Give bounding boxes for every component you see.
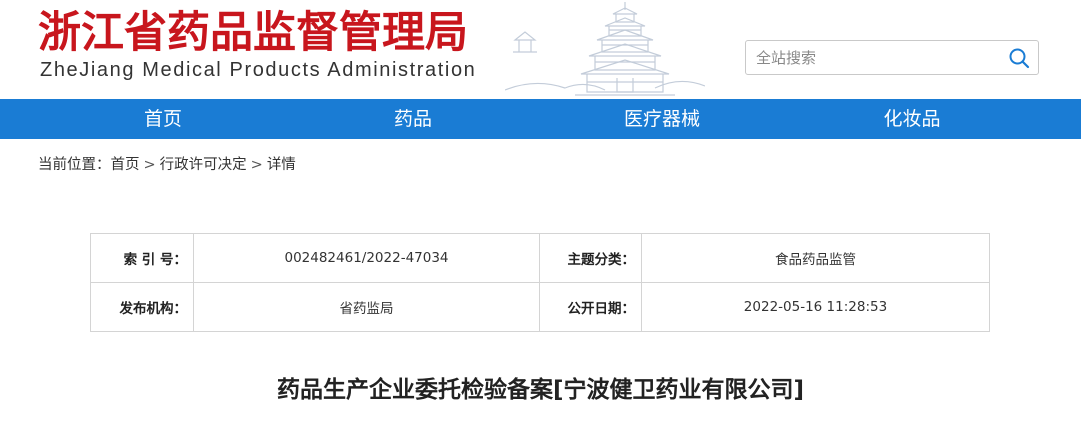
- search-input[interactable]: [756, 47, 996, 69]
- site-logo-title[interactable]: 浙江省药品监督管理局: [38, 7, 468, 59]
- nav-item-drugs[interactable]: 药品: [363, 99, 463, 139]
- site-search: [745, 40, 1039, 75]
- table-row: 索 引 号： 002482461/2022-47034 主题分类： 食品药品监管: [90, 233, 990, 283]
- table-row: 发布机构： 省药监局 公开日期： 2022-05-16 11:28:53: [90, 282, 990, 332]
- breadcrumb-home[interactable]: 首页: [111, 157, 140, 173]
- article-title: 药品生产企业委托检验备案[宁波健卫药业有限公司]: [276, 377, 805, 403]
- breadcrumb-current: 详情: [266, 157, 296, 173]
- site-header: 浙江省药品监督管理局 ZheJiang Medical Products Adm…: [0, 0, 1081, 99]
- publish-date-value: 2022-05-16 11:28:53: [641, 282, 990, 332]
- breadcrumb-separator: >: [250, 157, 263, 173]
- breadcrumb-prefix: 当前位置：: [38, 157, 111, 173]
- nav-item-cosmetics[interactable]: 化妆品: [862, 99, 962, 139]
- document-info-table: 索 引 号： 002482461/2022-47034 主题分类： 食品药品监管…: [90, 233, 990, 332]
- nav-item-home[interactable]: 首页: [113, 99, 213, 139]
- topic-category-label: 主题分类：: [539, 233, 642, 283]
- site-logo-subtitle: ZheJiang Medical Products Administration: [40, 59, 477, 81]
- breadcrumb: 当前位置：首页 > 行政许可决定 > 详情: [38, 154, 296, 176]
- publisher-value: 省药监局: [193, 282, 540, 332]
- index-number-label: 索 引 号：: [90, 233, 194, 283]
- nav-item-medical-devices[interactable]: 医疗器械: [602, 99, 722, 139]
- index-number-value: 002482461/2022-47034: [193, 233, 540, 283]
- pagoda-illustration: [505, 2, 705, 96]
- breadcrumb-separator: >: [143, 157, 156, 173]
- publish-date-label: 公开日期：: [539, 282, 642, 332]
- publisher-label: 发布机构：: [90, 282, 194, 332]
- breadcrumb-admin-license[interactable]: 行政许可决定: [160, 157, 247, 173]
- main-nav: 首页 药品 医疗器械 化妆品: [0, 99, 1081, 139]
- topic-category-value: 食品药品监管: [641, 233, 990, 283]
- search-icon[interactable]: [1008, 47, 1030, 69]
